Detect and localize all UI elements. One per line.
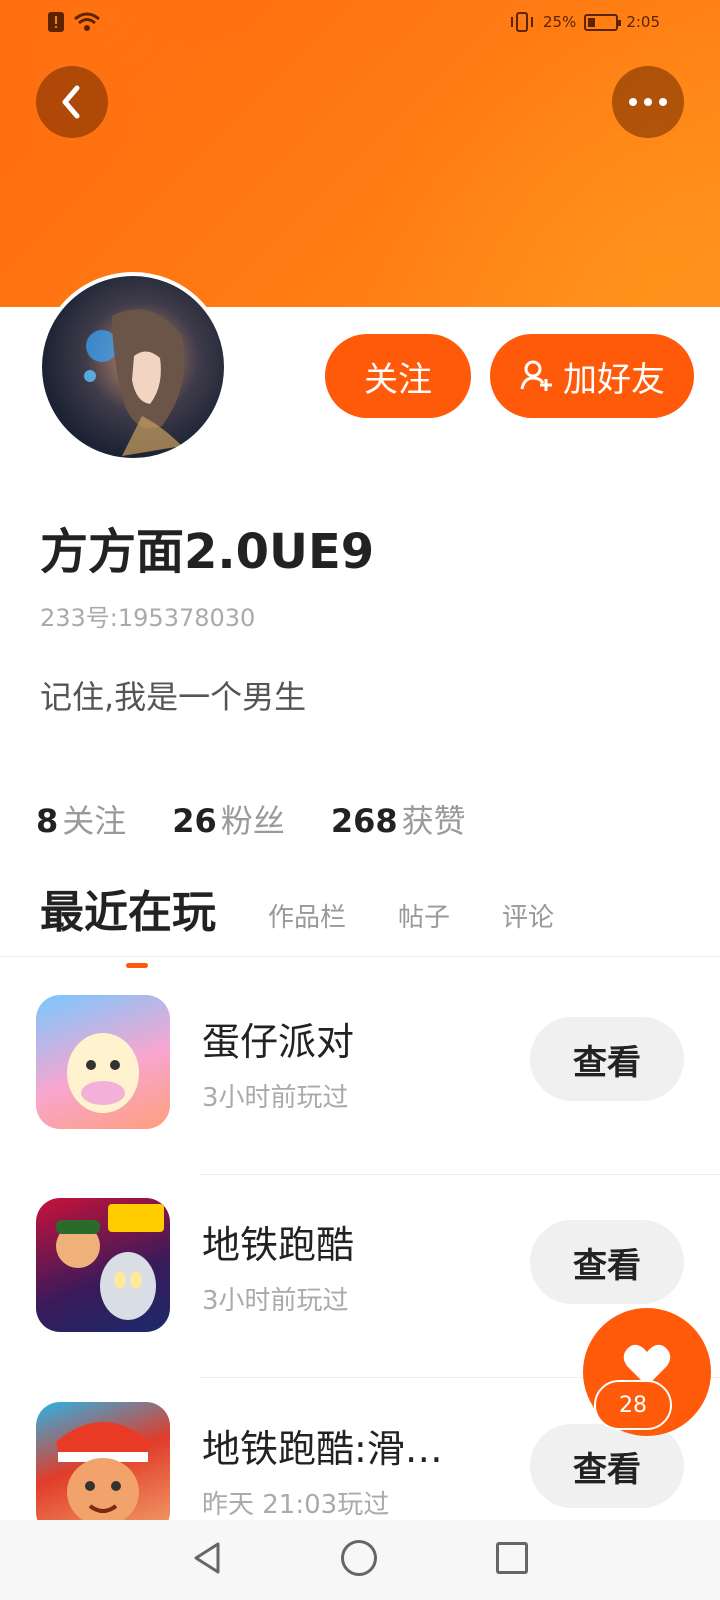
game-title: 地铁跑酷:滑… (202, 1427, 443, 1471)
nav-back-icon[interactable] (190, 1540, 226, 1576)
game-icon (36, 995, 170, 1129)
game-last-played: 3小时前玩过 (202, 1083, 349, 1113)
stats-row: 8 关注 26 粉丝 268 获赞 (36, 796, 466, 842)
clock: 2:05 (626, 13, 660, 31)
follow-button[interactable]: 关注 (325, 334, 471, 418)
bio: 记住,我是一个男生 (40, 678, 307, 716)
tab-posts[interactable]: 帖子 (398, 897, 450, 940)
user-id: 233号:195378030 (40, 604, 256, 632)
nav-home-icon[interactable] (341, 1540, 377, 1576)
add-friend-label: 加好友 (563, 359, 665, 400)
tab-comments[interactable]: 评论 (502, 897, 554, 940)
nav-recents-icon[interactable] (496, 1542, 528, 1574)
game-title: 蛋仔派对 (202, 1020, 355, 1064)
system-nav-bar (0, 1520, 720, 1600)
stat-likes[interactable]: 268 获赞 (331, 796, 466, 842)
game-last-played: 3小时前玩过 (202, 1286, 349, 1316)
tab-recently-played[interactable]: 最近在玩 (40, 876, 216, 968)
wifi-icon (74, 12, 100, 31)
list-item[interactable]: 蛋仔派对 3小时前玩过 查看 (0, 975, 720, 1175)
add-person-icon (520, 360, 552, 391)
game-icon (36, 1198, 170, 1332)
stat-followers[interactable]: 26 粉丝 (172, 796, 285, 842)
view-button[interactable]: 查看 (530, 1220, 684, 1304)
status-bar: 25% 2:05 (0, 0, 720, 50)
username: 方方面2.0UE9 (40, 524, 375, 580)
game-title: 地铁跑酷 (202, 1223, 355, 1267)
view-button[interactable]: 查看 (530, 1017, 684, 1101)
battery-percent: 25% (542, 13, 577, 31)
tab-works[interactable]: 作品栏 (268, 897, 346, 940)
game-last-played: 昨天 21:03玩过 (202, 1490, 390, 1520)
stat-following[interactable]: 8 关注 (36, 796, 126, 842)
vibrate-icon (510, 12, 533, 32)
chevron-left-icon (62, 85, 80, 119)
view-button[interactable]: 查看 (530, 1424, 684, 1508)
avatar-image (84, 309, 185, 456)
game-icon (36, 1402, 170, 1522)
row-divider (200, 1174, 720, 1175)
avatar[interactable] (38, 272, 228, 462)
more-button[interactable] (612, 66, 684, 138)
battery-icon (584, 13, 622, 31)
alert-icon (48, 12, 64, 32)
follow-label: 关注 (364, 359, 432, 400)
tab-bar: 最近在玩 作品栏 帖子 评论 (40, 876, 554, 968)
add-friend-button[interactable]: 加好友 (490, 334, 694, 418)
tab-divider (0, 956, 720, 957)
like-count-badge: 28 (594, 1380, 672, 1430)
back-button[interactable] (36, 66, 108, 138)
more-horizontal-icon (629, 98, 667, 106)
